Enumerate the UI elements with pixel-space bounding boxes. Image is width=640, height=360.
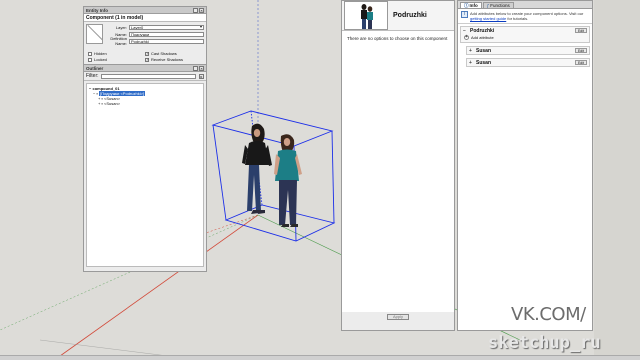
info-tab-icon: ⓘ — [464, 2, 469, 8]
name-field[interactable]: Подружки — [129, 31, 204, 37]
attribute-section-podruzhki: − Podruzhki Edit + Add attribute — [460, 26, 590, 43]
brand-watermark: sketchup_ru — [488, 333, 601, 353]
expand-icon[interactable]: + — [469, 60, 473, 66]
cast-shadows-checkbox[interactable]: ✓ — [145, 51, 149, 56]
apply-button[interactable]: Apply — [386, 313, 409, 320]
add-attribute-label: Add attribute — [471, 35, 494, 40]
tree-node-susan-2[interactable]: + ▪ <Susan> — [89, 101, 201, 106]
options-area: There are no options to choose on this c… — [342, 31, 454, 312]
layer-row: Layer: Layer0 — [106, 24, 204, 30]
component-name: Podruzhki — [393, 12, 427, 19]
getting-started-link[interactable]: getting started guide — [470, 16, 506, 21]
attribute-tabs: ⓘ Info ƒ Functions — [458, 1, 592, 9]
add-attribute-row[interactable]: + Add attribute — [461, 34, 589, 42]
vk-watermark: VK.COM/ — [511, 304, 586, 325]
info-tail: for tutorials. — [507, 16, 529, 21]
receive-shadows-checkbox[interactable]: ✓ — [145, 57, 149, 62]
entity-info-panel: Entity Info _ × Component (1 in model) L… — [83, 6, 207, 71]
component-icon: ▪ — [101, 101, 103, 106]
locked-label: Locked — [94, 57, 107, 62]
edit-button[interactable]: Edit — [574, 60, 587, 65]
locked-toggle[interactable]: Locked — [88, 57, 145, 62]
component-options-panel: Podruzhki There are no options to choose… — [341, 0, 455, 331]
right-edge — [594, 0, 640, 355]
section-title: Podruzhki — [470, 27, 495, 34]
tab-info-label: Info — [469, 3, 478, 8]
outliner-titlebar[interactable]: Outliner _ × — [84, 65, 206, 72]
hidden-label: Hidden — [94, 51, 107, 56]
section-title: Susan — [476, 59, 492, 66]
preview-figures — [345, 2, 387, 29]
info-banner: i Add attributes below to create your co… — [458, 9, 592, 24]
outliner-panel: Outliner _ × Filter: ▸ − compound_01 − ▪… — [83, 64, 207, 272]
receive-shadows-label: Receive Shadows — [151, 57, 184, 62]
entity-type-header: Component (1 in model) — [84, 14, 206, 22]
layer-select[interactable]: Layer0 — [129, 24, 204, 30]
attributes-list: − Podruzhki Edit + Add attribute + Susan… — [458, 24, 592, 330]
locked-checkbox[interactable] — [88, 57, 92, 62]
no-options-message: There are no options to choose on this c… — [347, 36, 448, 41]
filter-input[interactable] — [100, 73, 196, 79]
hidden-checkbox[interactable] — [88, 51, 92, 56]
layer-label: Layer: — [115, 24, 127, 30]
entity-info-title: Entity Info — [86, 7, 108, 13]
status-bar — [0, 355, 640, 360]
component-preview — [344, 1, 388, 30]
outliner-title: Outliner — [86, 65, 104, 71]
functions-tab-icon: ƒ — [486, 3, 490, 8]
close-icon[interactable]: × — [199, 65, 204, 71]
expand-icon[interactable]: + — [469, 48, 473, 54]
tree-node-label: <Susan> — [104, 101, 121, 106]
hidden-toggle[interactable]: Hidden — [88, 51, 145, 56]
definition-name-field[interactable]: Podruzhki — [129, 38, 204, 44]
collapse-icon[interactable]: − — [463, 28, 467, 34]
definition-name-row: Definition Name: Podruzhki — [106, 36, 204, 46]
entity-info-titlebar[interactable]: Entity Info _ × — [84, 7, 206, 14]
filter-label: Filter: — [86, 73, 99, 79]
minimize-icon[interactable]: _ — [193, 7, 198, 13]
outliner-menu-icon[interactable]: ▸ — [199, 73, 204, 79]
receive-shadows-toggle[interactable]: ✓ Receive Shadows — [145, 57, 202, 62]
tab-info[interactable]: ⓘ Info — [460, 2, 482, 8]
component-attributes-panel: ⓘ Info ƒ Functions i Add attributes belo… — [457, 0, 593, 331]
cast-shadows-label: Cast Shadows — [151, 51, 177, 56]
entity-flags: Hidden ✓ Cast Shadows Locked ✓ Receive Sha… — [84, 49, 206, 64]
expand-icon[interactable]: + — [98, 101, 100, 106]
minimize-icon[interactable]: _ — [193, 65, 198, 71]
component-thumbnail — [86, 24, 103, 44]
collapse-icon[interactable]: − — [93, 91, 95, 96]
info-icon: i — [461, 11, 468, 18]
attribute-section-susan-2: + Susan Edit — [466, 58, 590, 67]
tab-functions-label: Functions — [490, 3, 510, 8]
section-title: Susan — [476, 47, 492, 54]
tab-functions[interactable]: ƒ Functions — [482, 2, 514, 8]
attribute-section-susan-1: + Susan Edit — [466, 46, 590, 55]
edit-button[interactable]: Edit — [574, 28, 587, 33]
collapse-icon[interactable]: − — [89, 86, 91, 91]
add-attribute-icon[interactable]: + — [464, 35, 469, 40]
cast-shadows-toggle[interactable]: ✓ Cast Shadows — [145, 51, 202, 56]
close-icon[interactable]: × — [199, 7, 204, 13]
outliner-tree: − compound_01 − ▪ [Подружки <Podruzhki>]… — [86, 83, 204, 267]
definition-name-label: Definition Name: — [110, 36, 127, 46]
edit-button[interactable]: Edit — [574, 48, 587, 53]
